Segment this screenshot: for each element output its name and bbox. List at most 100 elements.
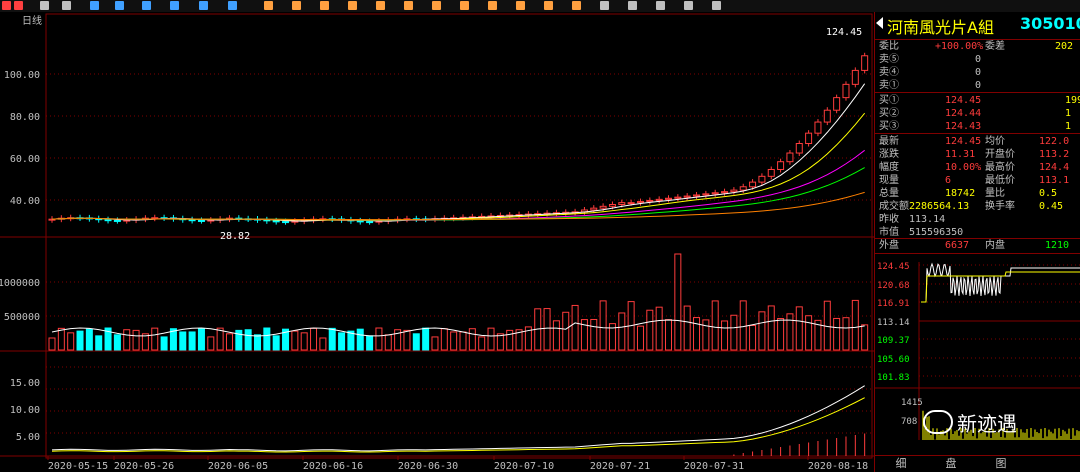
volume-bar <box>310 327 318 351</box>
tool-icon[interactable] <box>656 1 665 10</box>
tool-icon[interactable] <box>62 1 71 10</box>
volume-bar <box>440 328 448 351</box>
tool-icon[interactable] <box>199 1 208 10</box>
tool-icon[interactable] <box>544 1 553 10</box>
ma-line <box>51 112 866 221</box>
tool-icon[interactable] <box>488 1 497 10</box>
tool-icon[interactable] <box>320 1 329 10</box>
volume-bar <box>721 320 729 351</box>
volume-bar <box>338 332 346 351</box>
intraday-tick: 124.45 <box>877 262 910 272</box>
volume-bar <box>300 332 308 351</box>
tool-icon[interactable] <box>404 1 413 10</box>
volume-bar <box>861 324 869 351</box>
volume-bar <box>506 329 514 351</box>
tool-icon[interactable] <box>264 1 273 10</box>
volume-bar <box>571 304 579 351</box>
tool-icon[interactable] <box>170 1 179 10</box>
stat-value: 2286564.13 <box>909 201 970 212</box>
tool-icon[interactable] <box>348 1 357 10</box>
kline-chart-area[interactable]: 日线 100.00 80.00 60.00 40.00 1000000 500000 1… <box>0 12 874 472</box>
price-tick: 40.00 <box>10 196 40 207</box>
volume-bar <box>76 330 84 351</box>
stat-value: 113.14 <box>909 214 946 225</box>
volume-bar <box>225 333 233 351</box>
candle <box>795 142 803 154</box>
candle <box>627 202 635 205</box>
grid-frame <box>45 13 873 459</box>
price-tick: 80.00 <box>10 112 40 123</box>
candle <box>777 161 785 170</box>
bid-row: 买③ 124.43 1 <box>879 120 1079 133</box>
candle <box>608 204 616 207</box>
volume-bars <box>48 253 869 351</box>
tool-icon[interactable] <box>14 1 23 10</box>
tool-icon[interactable] <box>628 1 637 10</box>
stat-label: 最低价 <box>985 175 1015 186</box>
ask-label: 卖④ <box>879 67 899 78</box>
tool-icon[interactable] <box>228 1 237 10</box>
volume-bar <box>786 313 794 351</box>
volume-bar <box>207 336 215 351</box>
stat-label: 涨跌 <box>879 149 899 160</box>
tool-icon[interactable] <box>376 1 385 10</box>
volume-bar <box>254 334 261 351</box>
volume-bar <box>375 327 383 351</box>
candle <box>636 201 644 204</box>
price-axis-ticks: 100.00 80.00 60.00 40.00 <box>4 70 40 207</box>
volume-bar <box>665 319 672 351</box>
tool-icon[interactable] <box>684 1 693 10</box>
bid-price: 124.45 <box>945 95 982 106</box>
volume-bar <box>67 332 75 351</box>
candle <box>833 97 841 111</box>
stat-row: 现量 6 最低价 113.1 <box>879 174 1079 187</box>
volume-bar <box>674 253 682 351</box>
candle <box>749 181 757 188</box>
inner-value: 1210 <box>1045 240 1070 251</box>
tab-chart[interactable]: 图 <box>979 457 1023 471</box>
volume-bar <box>412 333 420 351</box>
intraday-tick: 101.83 <box>877 373 910 383</box>
tool-icon[interactable] <box>292 1 301 10</box>
tool-icon[interactable] <box>572 1 581 10</box>
tool-icon[interactable] <box>2 1 11 10</box>
stat-value: 11.31 <box>945 149 976 160</box>
collapse-arrow-icon[interactable] <box>876 17 883 29</box>
panel-divider <box>875 238 1080 239</box>
tool-icon[interactable] <box>460 1 469 10</box>
stock-name: 河南風光片A組 <box>887 18 994 37</box>
date-tick: 2020-06-16 <box>303 461 363 472</box>
stat-value: 6 <box>945 175 952 186</box>
volume-bar <box>833 317 841 351</box>
ask-row: 卖④ 0 <box>879 66 1079 79</box>
tool-icon[interactable] <box>142 1 151 10</box>
tab-detail[interactable]: 细 <box>879 457 923 471</box>
stat-label: 量比 <box>985 188 1005 199</box>
intraday-tick: 120.68 <box>877 281 910 291</box>
tool-icon[interactable] <box>115 1 124 10</box>
tool-icon[interactable] <box>40 1 49 10</box>
tool-icon[interactable] <box>712 1 721 10</box>
candle <box>590 207 598 211</box>
volume-bar <box>403 329 411 351</box>
candle <box>282 221 290 224</box>
panel-divider <box>875 39 1080 40</box>
candle <box>786 152 794 163</box>
stat-row: 最新 124.45 均价 122.0 <box>879 135 1079 148</box>
candle <box>366 221 374 224</box>
volume-bar <box>496 333 504 351</box>
candle <box>665 197 672 200</box>
tab-orderbook[interactable]: 盘 <box>929 457 973 471</box>
low-price-label: 28.82 <box>220 231 250 242</box>
tool-icon[interactable] <box>516 1 525 10</box>
tool-icon[interactable] <box>432 1 441 10</box>
tool-icon[interactable] <box>600 1 609 10</box>
volume-bar <box>730 314 738 351</box>
intraday-tick: 113.14 <box>877 318 910 328</box>
volume-tick: 1000000 <box>0 278 40 289</box>
tool-icon[interactable] <box>90 1 99 10</box>
candle <box>861 55 869 71</box>
indicator-tick: 10.00 <box>10 405 40 416</box>
volume-bar <box>702 319 710 351</box>
stat-row: 幅度 10.00% 最高价 124.4 <box>879 161 1079 174</box>
